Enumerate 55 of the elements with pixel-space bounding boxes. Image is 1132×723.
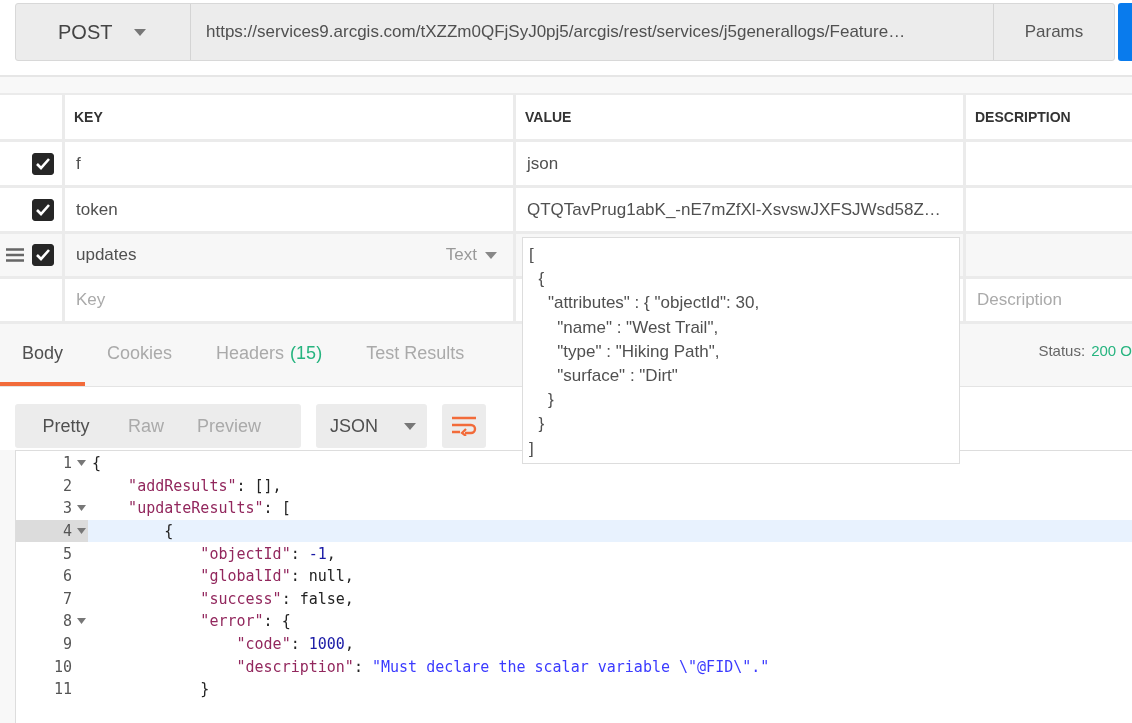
- param-key[interactable]: f: [76, 153, 81, 174]
- checkmark-icon: [35, 248, 51, 262]
- caret-icon: [134, 28, 147, 36]
- fold-icon[interactable]: [76, 505, 86, 512]
- line-number: 7: [62, 589, 72, 608]
- checkbox[interactable]: [32, 198, 54, 221]
- header-count: (15): [290, 342, 323, 364]
- code-line: "globalId": null,: [199, 567, 354, 586]
- line-number: 6: [62, 567, 72, 586]
- column-header: DESCRIPTION: [966, 95, 1132, 139]
- wrap-button[interactable]: [442, 404, 486, 448]
- column-header: VALUE: [516, 95, 963, 139]
- method-dropdown[interactable]: POST: [16, 4, 191, 60]
- caret-icon: [485, 251, 497, 259]
- format-dropdown[interactable]: JSON: [316, 404, 427, 448]
- params-button[interactable]: Params: [994, 4, 1114, 60]
- code-line: "description": "Must declare the scalar variable \"@FID\".": [235, 657, 770, 676]
- line-number: 5: [62, 544, 72, 563]
- code-line: "code": 1000,: [235, 635, 354, 654]
- caret-icon: [404, 422, 416, 430]
- drag-handle-icon[interactable]: [6, 248, 24, 262]
- status-value: 200 O: [1091, 341, 1132, 359]
- code-line: "updateResults": [: [127, 499, 291, 518]
- code-line: "error": {: [199, 612, 291, 631]
- code-line: "objectId": -1,: [199, 544, 336, 563]
- checkmark-icon: [35, 156, 51, 171]
- line-number: 4: [62, 522, 72, 541]
- line-number: 9: [62, 635, 72, 654]
- code-line: }: [199, 680, 210, 699]
- checkbox[interactable]: [32, 152, 54, 175]
- tab-label: Headers: [216, 342, 285, 364]
- checkbox[interactable]: [32, 244, 54, 266]
- checkmark-icon: [35, 202, 51, 217]
- line-number: 1: [62, 454, 72, 473]
- line-number: 3: [62, 499, 72, 518]
- line-number: 8: [62, 612, 72, 631]
- status-label: Status:: [1038, 341, 1086, 359]
- view-mode-option[interactable]: Pretty: [15, 404, 95, 448]
- code-line: "success": false,: [199, 589, 354, 608]
- param-key[interactable]: token: [76, 199, 118, 220]
- line-number: 11: [53, 680, 72, 699]
- wrap-icon: [451, 416, 477, 436]
- code-line: {: [92, 454, 102, 473]
- line-number: 2: [62, 476, 72, 495]
- column-header: KEY: [65, 95, 513, 139]
- url-field[interactable]: https://services9.arcgis.com/tXZZm0QFjSyJ0pj5/arcgis/rest/services/j5generallogs/Feature…: [191, 4, 994, 60]
- code-line: "addResults": [],: [127, 476, 282, 495]
- fold-icon[interactable]: [76, 528, 86, 535]
- param-key[interactable]: updates: [76, 245, 137, 265]
- fold-icon[interactable]: [76, 460, 86, 467]
- line-number: 10: [53, 657, 72, 676]
- code-line: {: [163, 522, 174, 541]
- param-value[interactable]: json: [527, 153, 559, 174]
- fold-icon[interactable]: [76, 618, 86, 625]
- value-editor[interactable]: [ { "attributes" : { "objectId": 30, "name" : "West Trail", "type" : "Hiking Path", "surface" : "Dirt" } } ]: [522, 237, 960, 464]
